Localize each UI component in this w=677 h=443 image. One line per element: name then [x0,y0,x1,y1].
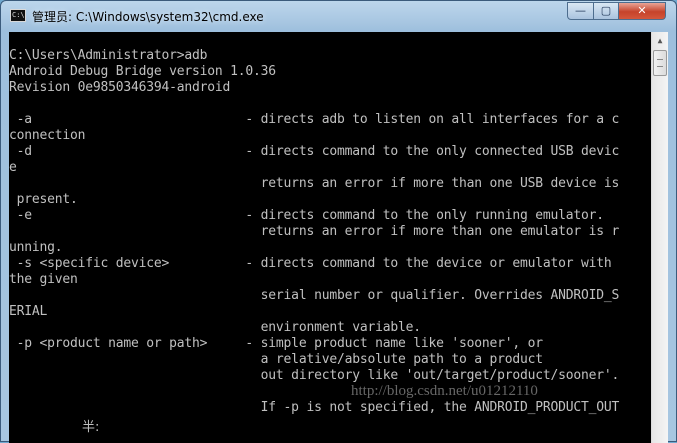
console-output[interactable]: C:\Users\Administrator>adb Android Debug … [9,32,651,443]
console-line: -d - directs command to the only connect… [9,144,620,159]
close-button[interactable]: ✕ [618,2,666,20]
cmd-window: C:\ 管理员: C:\Windows\system32\cmd.exe — ▢… [0,0,677,443]
console-line: -e - directs command to the only running… [9,208,604,223]
console-line: unning. [9,240,63,255]
title-bar[interactable]: C:\ 管理员: C:\Windows\system32\cmd.exe — ▢… [1,1,676,31]
console-line: If -p is not specified, the ANDROID_PROD… [9,400,620,415]
scroll-up-arrow-icon[interactable]: ▲ [652,32,668,49]
cmd-icon[interactable]: C:\ [10,9,26,22]
console-line: a relative/absolute path to a product [9,352,543,367]
console-line: returns an error if more than one emulat… [9,224,620,239]
console-line: -p <product name or path> - simple produ… [9,336,543,351]
ime-status: 半: [82,420,100,435]
console-line: C:\Users\Administrator>adb [9,48,208,63]
vertical-scrollbar[interactable]: ▲ [651,32,668,443]
console-line: out directory like 'out/target/product/s… [9,368,620,383]
console-line: -s <specific device> - directs command t… [9,256,612,271]
console-line: present. [9,192,78,207]
console-area[interactable]: C:\Users\Administrator>adb Android Debug … [9,32,668,443]
console-line: connection [9,128,86,143]
console-line: e [9,160,17,175]
console-line: serial number or qualifier. Overrides AN… [9,288,620,303]
console-line: Android Debug Bridge version 1.0.36 [9,64,276,79]
console-line: Revision 0e9850346394-android [9,80,231,95]
scrollbar-thumb[interactable] [653,50,667,76]
console-line: -a - directs adb to listen on all interf… [9,112,620,127]
maximize-button[interactable]: ▢ [593,2,619,20]
console-line: returns an error if more than one USB de… [9,176,620,191]
watermark: http://blog.csdn.net/u01212110 [351,383,538,399]
window-title: 管理员: C:\Windows\system32\cmd.exe [32,10,264,24]
console-line: the given [9,272,78,287]
console-line: ERIAL [9,304,48,319]
minimize-button[interactable]: — [567,2,594,20]
console-line: environment variable. [9,320,421,335]
